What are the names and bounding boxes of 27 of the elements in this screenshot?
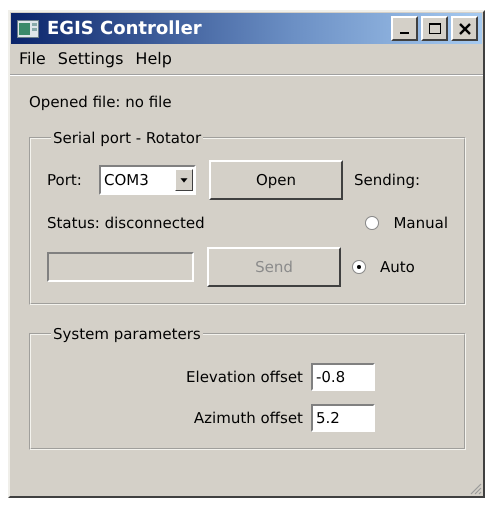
port-dropdown[interactable]: COM3 xyxy=(99,165,196,195)
minimize-button[interactable] xyxy=(391,16,418,41)
radio-label[interactable]: Manual xyxy=(393,214,448,232)
sending-label: Sending: xyxy=(354,171,420,189)
radio-label[interactable]: Auto xyxy=(380,258,415,276)
menu-item[interactable]: Help xyxy=(135,49,172,68)
menu-item[interactable]: Settings xyxy=(58,49,124,68)
app-icon xyxy=(17,20,39,38)
menu-item[interactable]: File xyxy=(19,49,46,68)
window-title: EGIS Controller xyxy=(47,18,203,39)
opened-file-label: Opened file: no file xyxy=(29,93,173,111)
close-button[interactable] xyxy=(451,16,478,41)
maximize-icon[interactable] xyxy=(428,22,442,36)
radio-button[interactable] xyxy=(365,216,380,230)
close-icon[interactable] xyxy=(458,22,472,36)
parameter-field[interactable]: 5.2 xyxy=(310,404,375,432)
port-label: Port: xyxy=(47,171,83,189)
group-title: Serial port - Rotator xyxy=(52,129,202,147)
parameter-label: Elevation offset xyxy=(186,368,303,386)
open-button[interactable]: Open xyxy=(209,160,343,200)
parameter-field[interactable]: -0.8 xyxy=(310,363,375,391)
status-label: Status: disconnected xyxy=(47,214,205,232)
parameter-label: Azimuth offset xyxy=(192,409,303,427)
resize-grip-icon[interactable] xyxy=(468,481,482,495)
maximize-button[interactable] xyxy=(421,16,448,41)
group-title: System parameters xyxy=(52,325,202,343)
radio-button[interactable] xyxy=(352,260,366,274)
